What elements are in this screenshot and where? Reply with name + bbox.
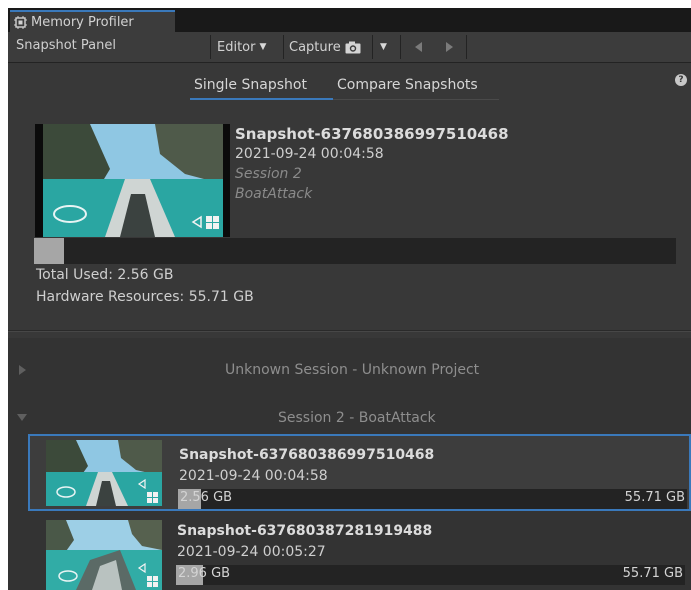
toolbar-separator	[283, 35, 284, 59]
snapshot-list-item[interactable]: Snapshot-637680386997510468 2021-09-24 0…	[28, 434, 691, 511]
previous-snapshot-button[interactable]	[408, 37, 430, 57]
snapshot-used-memory: 2.56 GB	[180, 490, 233, 505]
window-tab-strip: Memory Profiler	[8, 8, 691, 32]
capture-button[interactable]: Capture	[285, 37, 365, 57]
snapshot-date: 2021-09-24 00:04:58	[235, 146, 384, 162]
camera-icon	[345, 41, 361, 53]
editor-label: Editor	[217, 39, 256, 55]
snapshot-item-name: Snapshot-637680387281919488	[177, 523, 433, 539]
tab-baseline	[333, 99, 499, 100]
hardware-resources-label: Hardware Resources: 55.71 GB	[36, 289, 254, 305]
triangle-down-icon	[17, 414, 27, 421]
capture-label: Capture	[289, 39, 341, 55]
section-divider	[8, 331, 691, 332]
panel-title: Snapshot Panel	[16, 38, 116, 53]
help-icon[interactable]: ?	[675, 74, 687, 86]
snapshot-thumbnail	[46, 520, 162, 590]
toolbar-separator	[210, 35, 211, 59]
tab-single-snapshot[interactable]: Single Snapshot	[194, 77, 307, 93]
snapshot-used-memory: 2.96 GB	[178, 566, 231, 581]
toolbar-separator	[400, 35, 401, 59]
session-title: Unknown Session - Unknown Project	[225, 362, 480, 378]
snapshot-total-memory: 55.71 GB	[624, 490, 685, 505]
session-header-unknown[interactable]: Unknown Session - Unknown Project	[8, 360, 691, 382]
memory-profiler-window: Memory Profiler Snapshot Panel Editor ▼ …	[8, 8, 691, 590]
snapshot-screenshot-thumbnail	[35, 124, 230, 237]
session-header-session-2[interactable]: Session 2 - BoatAttack	[8, 408, 691, 430]
snapshot-name: Snapshot-637680386997510468	[235, 125, 509, 143]
profiler-toolbar: Snapshot Panel Editor ▼ Capture ▼	[8, 32, 691, 63]
chevron-down-icon: ▼	[259, 42, 267, 52]
snapshot-total-memory: 55.71 GB	[622, 566, 683, 581]
total-memory-bar	[34, 238, 676, 264]
arrow-left-icon	[415, 42, 422, 52]
snapshot-memory-bar: 2.96 GB 55.71 GB	[176, 565, 685, 585]
snapshot-project: BoatAttack	[235, 186, 313, 202]
snapshot-thumbnail	[46, 440, 162, 506]
triangle-right-icon	[19, 365, 26, 375]
memory-profiler-icon	[14, 15, 27, 29]
editor-target-dropdown[interactable]: Editor ▼	[213, 37, 270, 57]
chevron-down-icon: ▼	[380, 42, 387, 52]
snapshot-item-date: 2021-09-24 00:05:27	[177, 544, 326, 560]
total-memory-bar-fill	[34, 238, 64, 264]
toolbar-separator	[372, 35, 373, 59]
snapshot-item-name: Snapshot-637680386997510468	[179, 447, 435, 463]
active-tab-indicator	[190, 98, 333, 100]
arrow-right-icon	[446, 42, 453, 52]
session-title: Session 2 - BoatAttack	[278, 410, 436, 426]
memory-profiler-tab[interactable]: Memory Profiler	[10, 10, 175, 32]
capture-options-dropdown[interactable]: ▼	[374, 37, 396, 57]
tab-label: Memory Profiler	[31, 14, 134, 30]
snapshot-memory-bar: 2.56 GB 55.71 GB	[178, 489, 687, 509]
snapshot-list-item[interactable]: Snapshot-637680387281919488 2021-09-24 0…	[28, 514, 691, 590]
toolbar-separator	[466, 35, 467, 59]
snapshot-session: Session 2	[235, 166, 302, 182]
next-snapshot-button[interactable]	[438, 37, 460, 57]
total-used-label: Total Used: 2.56 GB	[36, 267, 174, 283]
tab-compare-snapshots[interactable]: Compare Snapshots	[337, 77, 478, 93]
snapshot-item-date: 2021-09-24 00:04:58	[179, 468, 328, 484]
